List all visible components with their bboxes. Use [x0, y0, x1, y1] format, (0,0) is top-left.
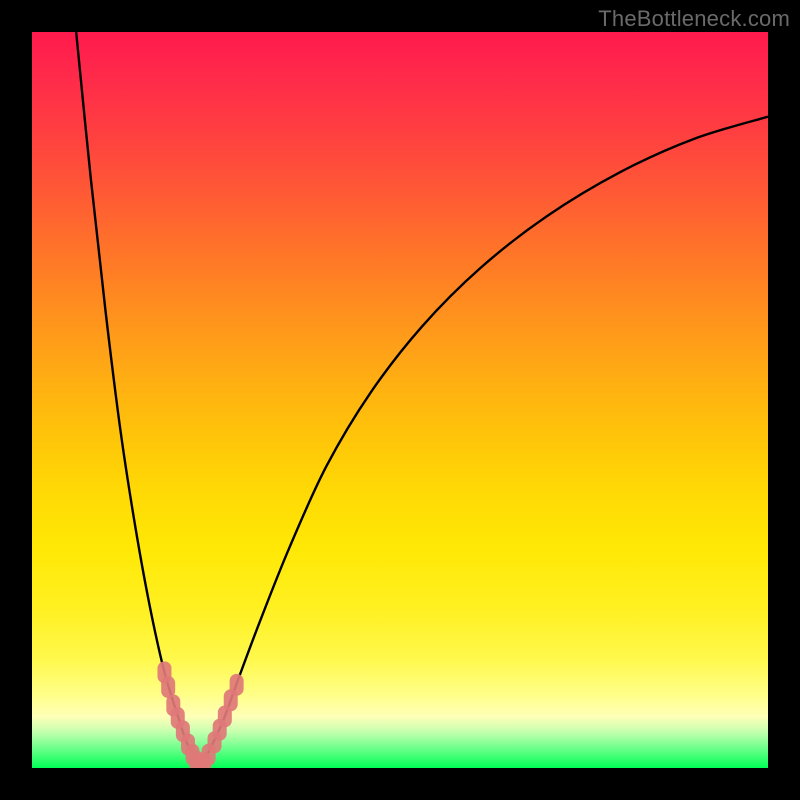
- plot-area: [32, 32, 768, 768]
- marker-layer: [157, 661, 243, 768]
- chart-container: TheBottleneck.com: [0, 0, 800, 800]
- bottleneck-curve: [76, 32, 768, 768]
- data-marker: [230, 674, 244, 696]
- watermark-label: TheBottleneck.com: [598, 6, 790, 32]
- curve-svg: [32, 32, 768, 768]
- curve-layer: [76, 32, 768, 768]
